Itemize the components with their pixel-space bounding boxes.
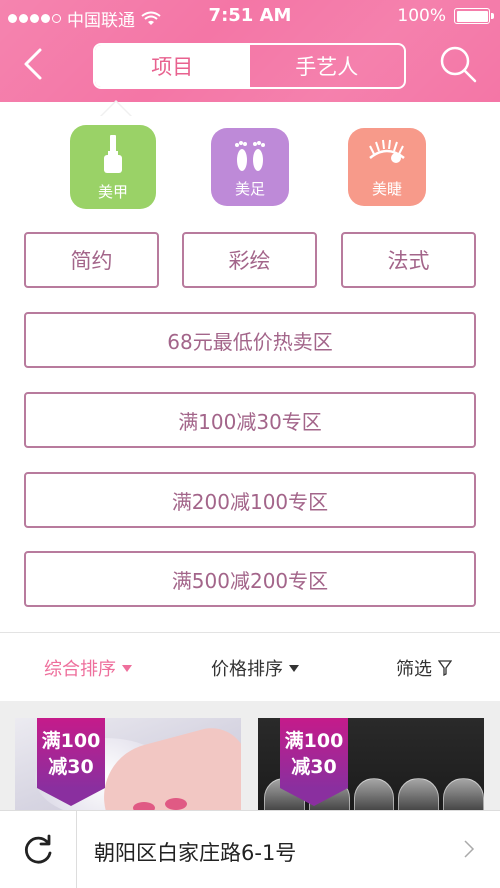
category-lash[interactable]: 美睫: [348, 128, 426, 206]
sort-bar: 综合排序 价格排序 筛选: [0, 633, 500, 701]
tab-projects[interactable]: 项目: [95, 45, 250, 87]
current-address[interactable]: 朝阳区白家庄路6-1号: [94, 837, 296, 867]
style-simple-button[interactable]: 简约: [24, 232, 159, 288]
back-arrow-icon[interactable]: [18, 46, 50, 82]
sort-comprehensive[interactable]: 综合排序: [44, 655, 132, 681]
badge-line-1: 满100: [41, 730, 101, 752]
badge-line-2: 减30: [48, 756, 94, 778]
tab-artisans[interactable]: 手艺人: [250, 45, 405, 87]
caret-down-icon: [289, 664, 299, 672]
filter-label: 筛选: [396, 659, 432, 680]
filter-button[interactable]: 筛选: [396, 655, 452, 681]
search-icon[interactable]: [438, 44, 478, 84]
sort-price-label: 价格排序: [211, 659, 283, 680]
badge-line-1: 满100: [284, 730, 344, 752]
battery-icon: [454, 8, 494, 24]
category-foot[interactable]: 美足: [211, 128, 289, 206]
battery-percent: 100%: [397, 6, 446, 26]
status-bar: 中国联通 7:51 AM 100%: [0, 0, 500, 34]
sort-price[interactable]: 价格排序: [211, 655, 299, 681]
category-nail[interactable]: 美甲: [70, 125, 156, 209]
category-nail-label: 美甲: [97, 183, 128, 201]
category-foot-label: 美足: [234, 180, 265, 198]
promo-zone-button[interactable]: 满500减200专区: [24, 551, 476, 607]
footprints-icon: [235, 141, 265, 171]
nav-segmented-control: 项目 手艺人: [93, 43, 406, 89]
category-lash-label: 美睫: [371, 180, 402, 198]
style-french-button[interactable]: 法式: [341, 232, 476, 288]
promo-zone-button[interactable]: 满200减100专区: [24, 472, 476, 528]
style-painted-button[interactable]: 彩绘: [182, 232, 317, 288]
sort-comprehensive-label: 综合排序: [44, 659, 116, 680]
caret-down-icon: [122, 664, 132, 672]
discount-badge: 满100 减30: [37, 718, 105, 808]
promo-zone-button[interactable]: 满100减30专区: [24, 392, 476, 448]
nail-polish-icon: [104, 135, 122, 173]
tab-indicator-fill: [101, 102, 131, 117]
nail-mark: [165, 798, 187, 810]
battery-status: 100%: [397, 6, 494, 26]
promo-zone-button[interactable]: 68元最低价热卖区: [24, 312, 476, 368]
refresh-icon[interactable]: [20, 833, 56, 869]
header: 中国联通 7:51 AM 100% 项目 手艺人: [0, 0, 500, 102]
badge-line-2: 减30: [291, 756, 337, 778]
chevron-right-icon[interactable]: [462, 839, 476, 859]
eyelash-icon: [369, 139, 405, 163]
discount-badge: 满100 减30: [280, 718, 348, 808]
product-card[interactable]: 满100 减30: [15, 718, 241, 818]
product-card[interactable]: 满100 减30: [258, 718, 484, 818]
location-bar: 朝阳区白家庄路6-1号: [0, 810, 500, 888]
location-divider: [76, 811, 77, 888]
filter-funnel-icon: [438, 660, 452, 676]
